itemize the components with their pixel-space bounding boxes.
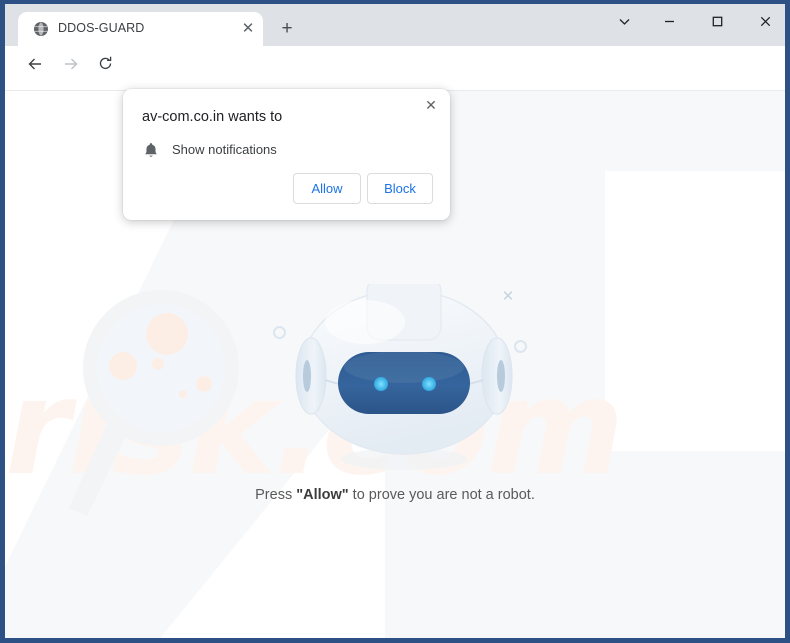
x-mark-icon: ✕ xyxy=(501,288,515,305)
chevron-down-icon[interactable] xyxy=(609,10,639,38)
message-emphasis: "Allow" xyxy=(296,487,349,503)
decoration-circle-left xyxy=(273,326,286,339)
message-suffix: to prove you are not a robot. xyxy=(348,487,535,503)
reload-button[interactable] xyxy=(91,54,119,82)
back-button[interactable] xyxy=(21,54,49,82)
minimize-icon[interactable] xyxy=(654,10,684,38)
tab-strip: DDOS-GUARD ✕ + xyxy=(5,4,785,46)
watermark-risk-text: risk.com xyxy=(5,351,624,505)
notification-permission-dialog: ✕ av-com.co.in wants to Show notificatio… xyxy=(123,89,450,220)
tab-title: DDOS-GUARD xyxy=(58,21,145,35)
robot-head-illustration xyxy=(295,284,513,470)
tab-close-icon[interactable]: ✕ xyxy=(240,21,256,37)
new-tab-icon[interactable]: + xyxy=(275,17,299,41)
window-close-icon[interactable] xyxy=(750,10,780,38)
dialog-permission-label: Show notifications xyxy=(172,142,277,157)
allow-button[interactable]: Allow xyxy=(293,173,361,204)
browser-window: DDOS-GUARD ✕ + risk.com ✕ Press "Allow" … xyxy=(0,0,790,643)
bell-icon xyxy=(145,143,157,157)
dialog-close-icon[interactable]: ✕ xyxy=(420,94,442,116)
forward-button[interactable] xyxy=(57,54,85,82)
dialog-title: av-com.co.in wants to xyxy=(142,109,283,125)
globe-icon xyxy=(34,22,48,36)
browser-tab[interactable]: DDOS-GUARD ✕ xyxy=(18,12,263,46)
block-button[interactable]: Block xyxy=(367,173,433,204)
browser-toolbar: av-com.co.in/fs/?clickid=4b179gxsc8pntbl… xyxy=(5,46,785,130)
decoration-circle-right xyxy=(514,340,527,353)
magnifying-glass-illustration xyxy=(69,290,239,516)
page-message: Press "Allow" to prove you are not a rob… xyxy=(5,487,785,503)
message-prefix: Press xyxy=(255,487,297,503)
maximize-icon[interactable] xyxy=(702,10,732,38)
